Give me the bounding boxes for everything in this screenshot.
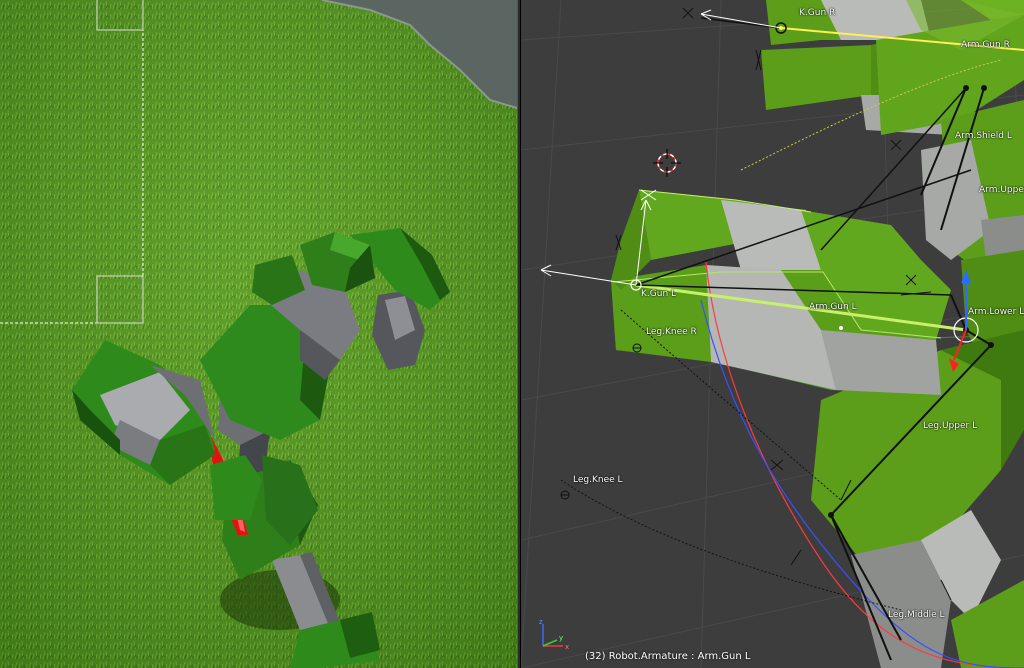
bone-label-k-gun-l[interactable]: K.Gun L (641, 289, 676, 299)
axis-gizmo-icon: z x y (539, 618, 569, 651)
viewport-status-text: (32) Robot.Armature : Arm.Gun L (585, 651, 750, 662)
bone-label-arm-gun-l[interactable]: Arm.Gun L (809, 302, 857, 312)
3d-cursor-icon (653, 149, 681, 177)
status-frame: (32) (585, 651, 606, 662)
bone-label-leg-knee-l[interactable]: Leg.Knee L (573, 475, 623, 485)
bone-label-arm-upper[interactable]: Arm.Upper (979, 185, 1024, 195)
game-render-viewport[interactable] (0, 0, 517, 668)
status-object: Robot.Armature (608, 651, 688, 662)
svg-text:y: y (559, 634, 563, 642)
bone-label-leg-upper-l[interactable]: Leg.Upper L (923, 421, 977, 431)
editor-3d-viewport[interactable]: K.Gun R Arm.Gun R Arm.Shield L Arm.Upper… (521, 0, 1024, 668)
bone-label-k-gun-r[interactable]: K.Gun R (799, 8, 835, 18)
editor-scene (521, 0, 1024, 668)
bone-label-arm-lower[interactable]: Arm.Lower L (968, 307, 1024, 317)
bone-label-leg-knee-r[interactable]: Leg.Knee R (646, 327, 697, 337)
svg-text:x: x (565, 643, 569, 651)
status-separator: : (691, 651, 695, 662)
bone-label-arm-shield-l[interactable]: Arm.Shield L (955, 131, 1012, 141)
svg-text:z: z (539, 618, 543, 626)
bone-label-arm-gun-r[interactable]: Arm.Gun R (961, 40, 1010, 50)
bone-label-leg-middle-l[interactable]: Leg.Middle L (888, 610, 945, 620)
game-render-scene (0, 0, 517, 668)
status-bone: Arm.Gun L (697, 651, 751, 662)
